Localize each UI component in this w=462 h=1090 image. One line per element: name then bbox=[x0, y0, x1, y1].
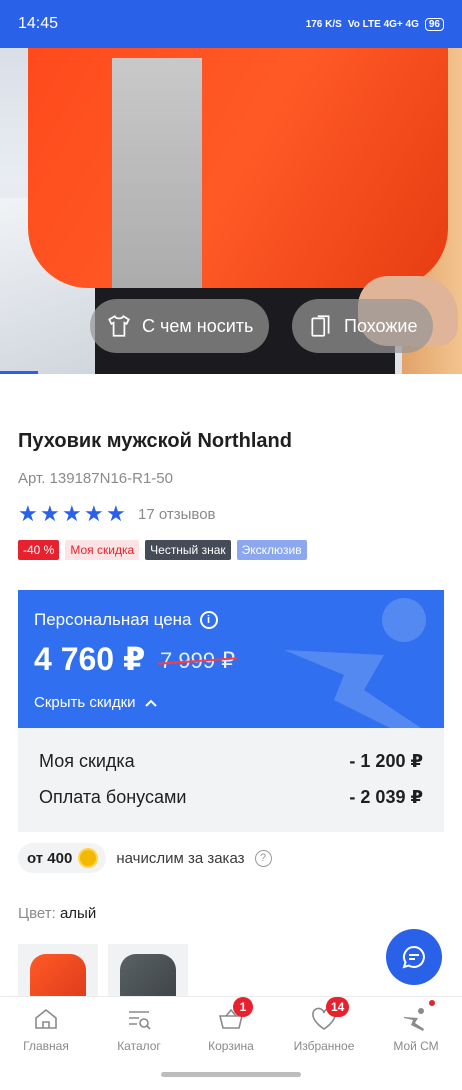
exclusive-badge: Эксклюзив bbox=[236, 540, 307, 560]
old-price: 7 999 ₽ bbox=[160, 648, 236, 673]
discount-row: Оплата бонусами - 2 039 ₽ bbox=[39, 787, 423, 808]
hide-discounts-label: Скрыть скидки bbox=[34, 694, 136, 711]
chevron-up-icon bbox=[144, 699, 157, 707]
nav-label: Главная bbox=[23, 1039, 69, 1053]
discounts-panel: Моя скидка - 1 200 ₽ Оплата бонусами - 2… bbox=[18, 728, 444, 832]
status-time: 14:45 bbox=[18, 15, 59, 32]
net-speed: 176 K/S bbox=[305, 18, 342, 30]
nav-catalog[interactable]: Каталог bbox=[99, 1005, 179, 1053]
color-option-red[interactable] bbox=[18, 944, 98, 1000]
cart-count-badge: 1 bbox=[233, 997, 253, 1017]
wear-with-label: С чем носить bbox=[142, 315, 254, 336]
catalog-icon bbox=[125, 1005, 153, 1033]
color-option-dark[interactable] bbox=[108, 944, 188, 1000]
status-bar: 14:45 176 K/S Vo LTE 4G+ 4G 96 bbox=[0, 0, 462, 48]
color-options bbox=[18, 944, 188, 1000]
color-key: Цвет: bbox=[18, 905, 56, 922]
battery-icon: 96 bbox=[424, 17, 444, 31]
info-icon[interactable]: i bbox=[199, 611, 218, 629]
nav-label: Каталог bbox=[117, 1039, 161, 1053]
similar-button[interactable]: Похожие bbox=[292, 299, 434, 353]
wear-with-button[interactable]: С чем носить bbox=[90, 299, 270, 353]
discount-row: Моя скидка - 1 200 ₽ bbox=[39, 751, 423, 772]
product-image[interactable]: С чем носить Похожие bbox=[0, 48, 462, 374]
color-value: алый bbox=[59, 905, 97, 922]
profile-icon bbox=[402, 1000, 435, 1033]
cards-icon bbox=[311, 315, 330, 337]
bonus-text: начислим за заказ bbox=[116, 849, 245, 867]
product-title: Пуховик мужской Northland bbox=[18, 430, 292, 452]
heart-icon: 14 bbox=[310, 997, 350, 1033]
hide-discounts-button[interactable]: Скрыть скидки bbox=[34, 694, 158, 711]
question-icon[interactable]: ? bbox=[254, 849, 272, 867]
discount-value: - 1 200 ₽ bbox=[349, 751, 423, 771]
my-discount-badge: Моя скидка bbox=[65, 540, 140, 560]
nav-label: Корзина bbox=[208, 1039, 254, 1053]
cart-icon: 1 bbox=[217, 997, 253, 1033]
reviews-link[interactable]: 17 отзывов bbox=[138, 506, 216, 523]
tshirt-icon bbox=[108, 315, 130, 337]
chat-button[interactable] bbox=[386, 929, 442, 985]
star-icon: ★ bbox=[18, 501, 38, 526]
discount-label: Оплата бонусами bbox=[39, 787, 187, 807]
favorites-count-badge: 14 bbox=[326, 997, 350, 1017]
color-selector: Цвет: алый bbox=[18, 905, 96, 922]
bonus-chip: от 400 bbox=[18, 843, 107, 873]
price-box: Персональная цена i 4 760 ₽ 7 999 ₽ Скры… bbox=[18, 590, 444, 728]
gallery-indicator bbox=[0, 371, 38, 374]
discount-value: - 2 039 ₽ bbox=[349, 787, 423, 807]
honest-sign-badge: Честный знак bbox=[145, 540, 231, 560]
status-icons: 176 K/S Vo LTE 4G+ 4G 96 bbox=[305, 17, 444, 31]
star-icon: ★ bbox=[62, 501, 82, 526]
star-icon: ★ bbox=[84, 501, 104, 526]
badges: -40 % Моя скидка Честный знак Эксклюзив bbox=[18, 540, 307, 560]
nav-cart[interactable]: 1 Корзина bbox=[191, 997, 271, 1053]
nav-label: Мой СМ bbox=[393, 1039, 439, 1053]
home-indicator[interactable] bbox=[161, 1072, 301, 1077]
home-icon bbox=[32, 1005, 60, 1033]
price-label: Персональная цена bbox=[34, 610, 192, 629]
star-icon: ★ bbox=[106, 501, 126, 526]
discount-label: Моя скидка bbox=[39, 751, 135, 771]
brand-decoration bbox=[284, 598, 426, 728]
bonus-amount: от 400 bbox=[27, 849, 73, 867]
coin-icon bbox=[78, 848, 99, 868]
nav-label: Избранное bbox=[293, 1039, 355, 1053]
rating[interactable]: ★ ★ ★ ★ ★ 17 отзывов bbox=[18, 501, 216, 526]
similar-label: Похожие bbox=[344, 315, 418, 336]
product-article: Арт. 139187N16-R1-50 bbox=[18, 470, 173, 487]
bonus-info: от 400 начислим за заказ ? bbox=[18, 843, 272, 873]
nav-profile[interactable]: Мой СМ bbox=[376, 1000, 456, 1053]
chat-icon bbox=[402, 945, 425, 969]
star-icon: ★ bbox=[40, 501, 60, 526]
notification-dot bbox=[429, 1000, 435, 1006]
nav-home[interactable]: Главная bbox=[6, 1005, 86, 1053]
network-indicator: Vo LTE 4G+ 4G bbox=[347, 18, 419, 30]
nav-favorites[interactable]: 14 Избранное bbox=[284, 997, 364, 1053]
current-price: 4 760 ₽ bbox=[34, 641, 146, 677]
discount-badge: -40 % bbox=[18, 540, 60, 560]
